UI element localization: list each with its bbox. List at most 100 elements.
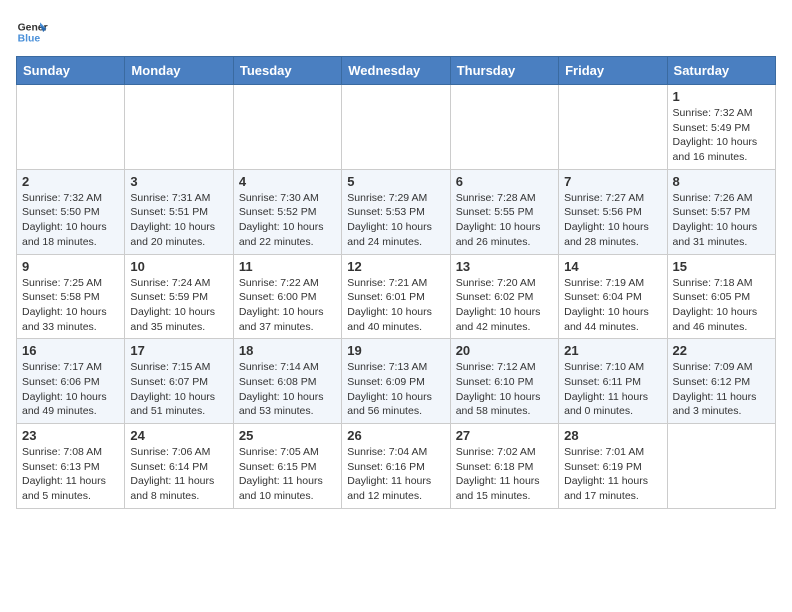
day-info: Sunrise: 7:08 AM Sunset: 6:13 PM Dayligh… <box>22 445 119 504</box>
day-info: Sunrise: 7:24 AM Sunset: 5:59 PM Dayligh… <box>130 276 227 335</box>
day-number: 17 <box>130 343 227 358</box>
day-number: 22 <box>673 343 770 358</box>
day-number: 9 <box>22 259 119 274</box>
day-number: 20 <box>456 343 553 358</box>
day-number: 5 <box>347 174 444 189</box>
day-info: Sunrise: 7:01 AM Sunset: 6:19 PM Dayligh… <box>564 445 661 504</box>
day-info: Sunrise: 7:19 AM Sunset: 6:04 PM Dayligh… <box>564 276 661 335</box>
day-number: 10 <box>130 259 227 274</box>
day-number: 7 <box>564 174 661 189</box>
day-cell: 17 Sunrise: 7:15 AM Sunset: 6:07 PM Dayli… <box>125 339 233 424</box>
day-cell: 1 Sunrise: 7:32 AM Sunset: 5:49 PM Daylig… <box>667 85 775 170</box>
day-cell: 13 Sunrise: 7:20 AM Sunset: 6:02 PM Dayli… <box>450 254 558 339</box>
day-cell: 10 Sunrise: 7:24 AM Sunset: 5:59 PM Dayli… <box>125 254 233 339</box>
day-number: 25 <box>239 428 336 443</box>
col-header-wednesday: Wednesday <box>342 57 450 85</box>
day-number: 14 <box>564 259 661 274</box>
day-cell: 28 Sunrise: 7:01 AM Sunset: 6:19 PM Dayli… <box>559 424 667 509</box>
day-number: 8 <box>673 174 770 189</box>
day-info: Sunrise: 7:32 AM Sunset: 5:50 PM Dayligh… <box>22 191 119 250</box>
day-info: Sunrise: 7:09 AM Sunset: 6:12 PM Dayligh… <box>673 360 770 419</box>
page-header: General Blue <box>16 16 776 48</box>
col-header-sunday: Sunday <box>17 57 125 85</box>
day-info: Sunrise: 7:14 AM Sunset: 6:08 PM Dayligh… <box>239 360 336 419</box>
day-info: Sunrise: 7:12 AM Sunset: 6:10 PM Dayligh… <box>456 360 553 419</box>
week-row-2: 2 Sunrise: 7:32 AM Sunset: 5:50 PM Daylig… <box>17 169 776 254</box>
day-number: 6 <box>456 174 553 189</box>
day-number: 16 <box>22 343 119 358</box>
day-cell: 24Sunrise: 7:06 AM Sunset: 6:14 PM Dayli… <box>125 424 233 509</box>
day-number: 12 <box>347 259 444 274</box>
day-info: Sunrise: 7:30 AM Sunset: 5:52 PM Dayligh… <box>239 191 336 250</box>
day-cell: 27 Sunrise: 7:02 AM Sunset: 6:18 PM Dayli… <box>450 424 558 509</box>
logo-icon: General Blue <box>16 16 48 48</box>
col-header-friday: Friday <box>559 57 667 85</box>
day-info: Sunrise: 7:20 AM Sunset: 6:02 PM Dayligh… <box>456 276 553 335</box>
col-header-saturday: Saturday <box>667 57 775 85</box>
day-number: 18 <box>239 343 336 358</box>
day-number: 28 <box>564 428 661 443</box>
day-cell: 4 Sunrise: 7:30 AM Sunset: 5:52 PM Daylig… <box>233 169 341 254</box>
day-cell: 20 Sunrise: 7:12 AM Sunset: 6:10 PM Dayli… <box>450 339 558 424</box>
day-cell <box>233 85 341 170</box>
day-cell <box>342 85 450 170</box>
day-cell: 16 Sunrise: 7:17 AM Sunset: 6:06 PM Dayli… <box>17 339 125 424</box>
day-cell <box>125 85 233 170</box>
day-cell <box>559 85 667 170</box>
day-info: Sunrise: 7:28 AM Sunset: 5:55 PM Dayligh… <box>456 191 553 250</box>
col-header-thursday: Thursday <box>450 57 558 85</box>
svg-text:Blue: Blue <box>18 34 41 45</box>
day-info: Sunrise: 7:05 AM Sunset: 6:15 PM Dayligh… <box>239 445 336 504</box>
day-info: Sunrise: 7:32 AM Sunset: 5:49 PM Dayligh… <box>673 106 770 165</box>
day-info: Sunrise: 7:13 AM Sunset: 6:09 PM Dayligh… <box>347 360 444 419</box>
day-number: 13 <box>456 259 553 274</box>
day-number: 24 <box>130 428 227 443</box>
day-info: Sunrise: 7:27 AM Sunset: 5:56 PM Dayligh… <box>564 191 661 250</box>
day-cell: 8 Sunrise: 7:26 AM Sunset: 5:57 PM Daylig… <box>667 169 775 254</box>
day-number: 27 <box>456 428 553 443</box>
day-info: Sunrise: 7:25 AM Sunset: 5:58 PM Dayligh… <box>22 276 119 335</box>
day-info: Sunrise: 7:04 AM Sunset: 6:16 PM Dayligh… <box>347 445 444 504</box>
week-row-4: 16 Sunrise: 7:17 AM Sunset: 6:06 PM Dayli… <box>17 339 776 424</box>
logo: General Blue <box>16 16 52 48</box>
day-cell <box>450 85 558 170</box>
calendar-body: 1 Sunrise: 7:32 AM Sunset: 5:49 PM Daylig… <box>17 85 776 509</box>
day-cell: 9 Sunrise: 7:25 AM Sunset: 5:58 PM Daylig… <box>17 254 125 339</box>
day-number: 21 <box>564 343 661 358</box>
day-cell: 12Sunrise: 7:21 AM Sunset: 6:01 PM Dayli… <box>342 254 450 339</box>
col-header-monday: Monday <box>125 57 233 85</box>
week-row-1: 1 Sunrise: 7:32 AM Sunset: 5:49 PM Daylig… <box>17 85 776 170</box>
day-cell <box>17 85 125 170</box>
day-cell: 26Sunrise: 7:04 AM Sunset: 6:16 PM Dayli… <box>342 424 450 509</box>
day-info: Sunrise: 7:31 AM Sunset: 5:51 PM Dayligh… <box>130 191 227 250</box>
day-number: 4 <box>239 174 336 189</box>
day-cell: 21 Sunrise: 7:10 AM Sunset: 6:11 PM Dayli… <box>559 339 667 424</box>
day-number: 1 <box>673 89 770 104</box>
day-cell: 18 Sunrise: 7:14 AM Sunset: 6:08 PM Dayli… <box>233 339 341 424</box>
day-number: 19 <box>347 343 444 358</box>
day-info: Sunrise: 7:22 AM Sunset: 6:00 PM Dayligh… <box>239 276 336 335</box>
day-cell <box>667 424 775 509</box>
day-cell: 25 Sunrise: 7:05 AM Sunset: 6:15 PM Dayli… <box>233 424 341 509</box>
day-info: Sunrise: 7:18 AM Sunset: 6:05 PM Dayligh… <box>673 276 770 335</box>
day-info: Sunrise: 7:26 AM Sunset: 5:57 PM Dayligh… <box>673 191 770 250</box>
day-info: Sunrise: 7:10 AM Sunset: 6:11 PM Dayligh… <box>564 360 661 419</box>
day-cell: 2 Sunrise: 7:32 AM Sunset: 5:50 PM Daylig… <box>17 169 125 254</box>
day-number: 2 <box>22 174 119 189</box>
day-number: 3 <box>130 174 227 189</box>
day-cell: 15Sunrise: 7:18 AM Sunset: 6:05 PM Dayli… <box>667 254 775 339</box>
day-info: Sunrise: 7:02 AM Sunset: 6:18 PM Dayligh… <box>456 445 553 504</box>
col-header-tuesday: Tuesday <box>233 57 341 85</box>
day-cell: 6 Sunrise: 7:28 AM Sunset: 5:55 PM Daylig… <box>450 169 558 254</box>
calendar-header: SundayMondayTuesdayWednesdayThursdayFrid… <box>17 57 776 85</box>
day-info: Sunrise: 7:15 AM Sunset: 6:07 PM Dayligh… <box>130 360 227 419</box>
week-row-5: 23 Sunrise: 7:08 AM Sunset: 6:13 PM Dayli… <box>17 424 776 509</box>
day-number: 23 <box>22 428 119 443</box>
header-row: SundayMondayTuesdayWednesdayThursdayFrid… <box>17 57 776 85</box>
day-info: Sunrise: 7:17 AM Sunset: 6:06 PM Dayligh… <box>22 360 119 419</box>
day-cell: 19 Sunrise: 7:13 AM Sunset: 6:09 PM Dayli… <box>342 339 450 424</box>
day-cell: 11 Sunrise: 7:22 AM Sunset: 6:00 PM Dayli… <box>233 254 341 339</box>
day-cell: 5Sunrise: 7:29 AM Sunset: 5:53 PM Daylig… <box>342 169 450 254</box>
day-cell: 22 Sunrise: 7:09 AM Sunset: 6:12 PM Dayli… <box>667 339 775 424</box>
day-number: 11 <box>239 259 336 274</box>
